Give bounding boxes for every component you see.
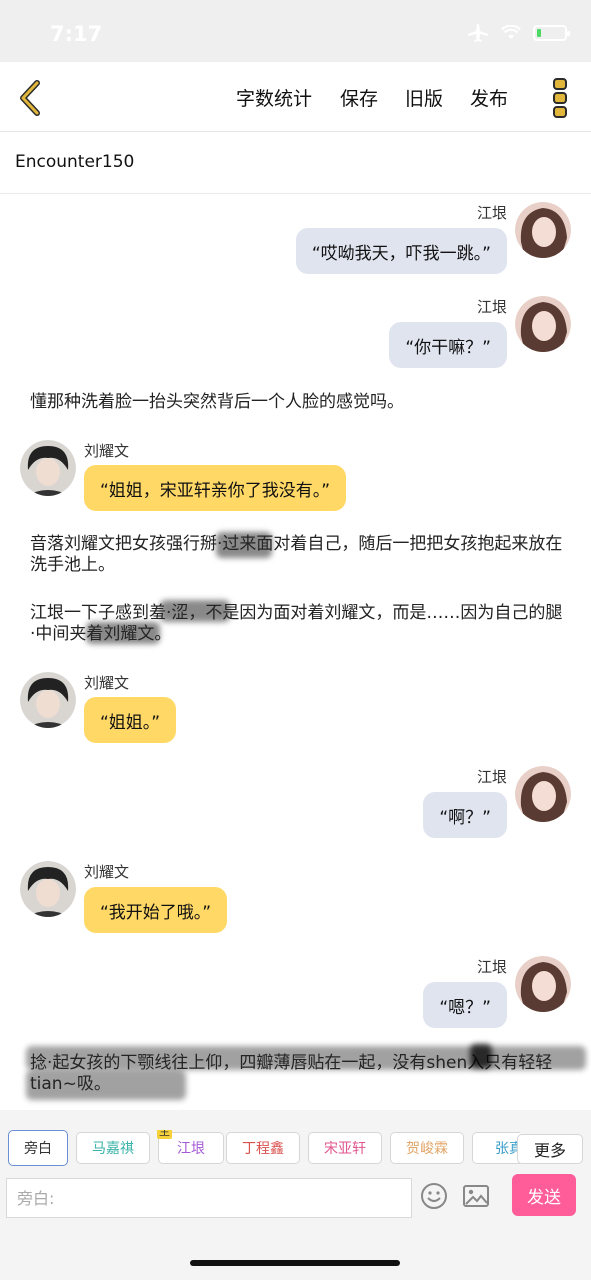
emoji-button[interactable]	[420, 1182, 448, 1210]
chevron-left-icon	[20, 80, 40, 116]
chip-label: 江垠	[177, 1141, 205, 1157]
character-chip[interactable]: 旁白	[8, 1130, 68, 1166]
editor-toolbar: 字数统计 保存 旧版 发布	[0, 62, 591, 132]
chip-label: 丁程鑫	[242, 1141, 284, 1157]
home-indicator	[190, 1260, 400, 1266]
publish-button[interactable]: 发布	[470, 84, 508, 111]
speaker-name: 江垠	[476, 298, 507, 316]
word-count-button[interactable]: 字数统计	[236, 84, 312, 111]
avatar-jiangyin[interactable]	[515, 766, 571, 822]
image-button[interactable]	[462, 1182, 490, 1210]
chat-area[interactable]: 江垠 “哎呦我天，吓我一跳。” 江垠 “你干嘛？” 懂那种洗着脸一抬头突然背后一…	[0, 194, 591, 1110]
character-chip[interactable]: 张真	[472, 1132, 520, 1164]
chat-bubble[interactable]: “嗯？”	[423, 982, 507, 1028]
character-chip[interactable]: 主江垠	[157, 1130, 224, 1164]
scribble-mark	[470, 1044, 492, 1068]
main-character-badge: 主	[157, 1130, 172, 1139]
smiley-face-icon	[421, 1183, 447, 1209]
avatar-jiangyin[interactable]	[515, 202, 571, 258]
character-chip[interactable]: 宋亚轩	[308, 1132, 382, 1164]
more-characters-button[interactable]: 更多	[517, 1134, 583, 1164]
story-title-row[interactable]: Encounter150	[0, 132, 591, 194]
chip-label: 宋亚轩	[324, 1141, 366, 1157]
chip-label: 马嘉祺	[92, 1141, 134, 1157]
status-icons	[467, 24, 570, 42]
speaker-name: 刘耀文	[84, 863, 130, 881]
avatar-jiangyin[interactable]	[515, 296, 571, 352]
status-bar: 7:17	[0, 0, 591, 62]
chat-bubble[interactable]: “姐姐，宋亚轩亲你了我没有。”	[84, 465, 347, 511]
chip-label: 旁白	[24, 1141, 52, 1157]
narration-text[interactable]: 音落刘耀文把女孩强行掰·过来面对着自己，随后一把把女孩抱起来放在洗手池上。	[30, 534, 565, 576]
avatar-liuyaowen[interactable]	[20, 861, 76, 917]
image-icon	[463, 1185, 489, 1207]
more-menu-button[interactable]	[547, 76, 573, 120]
save-button[interactable]: 保存	[340, 84, 378, 111]
battery-icon	[533, 25, 570, 41]
old-version-button[interactable]: 旧版	[405, 84, 443, 111]
send-button[interactable]: 发送	[512, 1174, 576, 1216]
chat-bubble[interactable]: “你干嘛？”	[389, 322, 507, 368]
chip-label: 贺峻霖	[406, 1141, 448, 1157]
back-button[interactable]	[10, 76, 50, 120]
scribble-mark	[26, 1046, 586, 1070]
character-chip-list[interactable]: 旁白 马嘉祺 主江垠 丁程鑫 宋亚轩 贺峻霖 张真	[6, 1130, 520, 1168]
story-title: Encounter150	[15, 152, 135, 172]
chat-bubble[interactable]: “我开始了哦。”	[84, 887, 228, 933]
character-bar: 旁白 马嘉祺 主江垠 丁程鑫 宋亚轩 贺峻霖 张真 更多 发送	[0, 1110, 591, 1280]
avatar-liuyaowen[interactable]	[20, 440, 76, 496]
dialogue-input[interactable]	[6, 1178, 412, 1218]
scribble-mark	[26, 1070, 186, 1100]
character-chip[interactable]: 贺峻霖	[390, 1132, 464, 1164]
chat-bubble[interactable]: “姐姐。”	[84, 697, 177, 743]
avatar-jiangyin[interactable]	[515, 956, 571, 1012]
speaker-name: 刘耀文	[84, 442, 130, 460]
avatar-liuyaowen[interactable]	[20, 672, 76, 728]
character-chip[interactable]: 丁程鑫	[226, 1132, 300, 1164]
speaker-name: 江垠	[476, 958, 507, 976]
scribble-mark	[86, 622, 160, 644]
airplane-icon	[468, 24, 488, 42]
speaker-name: 江垠	[476, 768, 507, 786]
chat-bubble[interactable]: “哎呦我天，吓我一跳。”	[295, 228, 507, 274]
scribble-mark	[160, 600, 230, 622]
character-chip[interactable]: 马嘉祺	[76, 1132, 150, 1164]
narration-text[interactable]: 懂那种洗着脸一抬头突然背后一个人脸的感觉吗。	[30, 392, 565, 413]
speaker-name: 刘耀文	[84, 674, 130, 692]
status-time: 7:17	[50, 22, 103, 46]
wifi-icon	[501, 25, 521, 39]
three-dots-vertical-icon	[553, 78, 567, 118]
speaker-name: 江垠	[476, 204, 507, 222]
scribble-mark	[216, 532, 272, 558]
chat-bubble[interactable]: “啊？”	[423, 792, 507, 838]
